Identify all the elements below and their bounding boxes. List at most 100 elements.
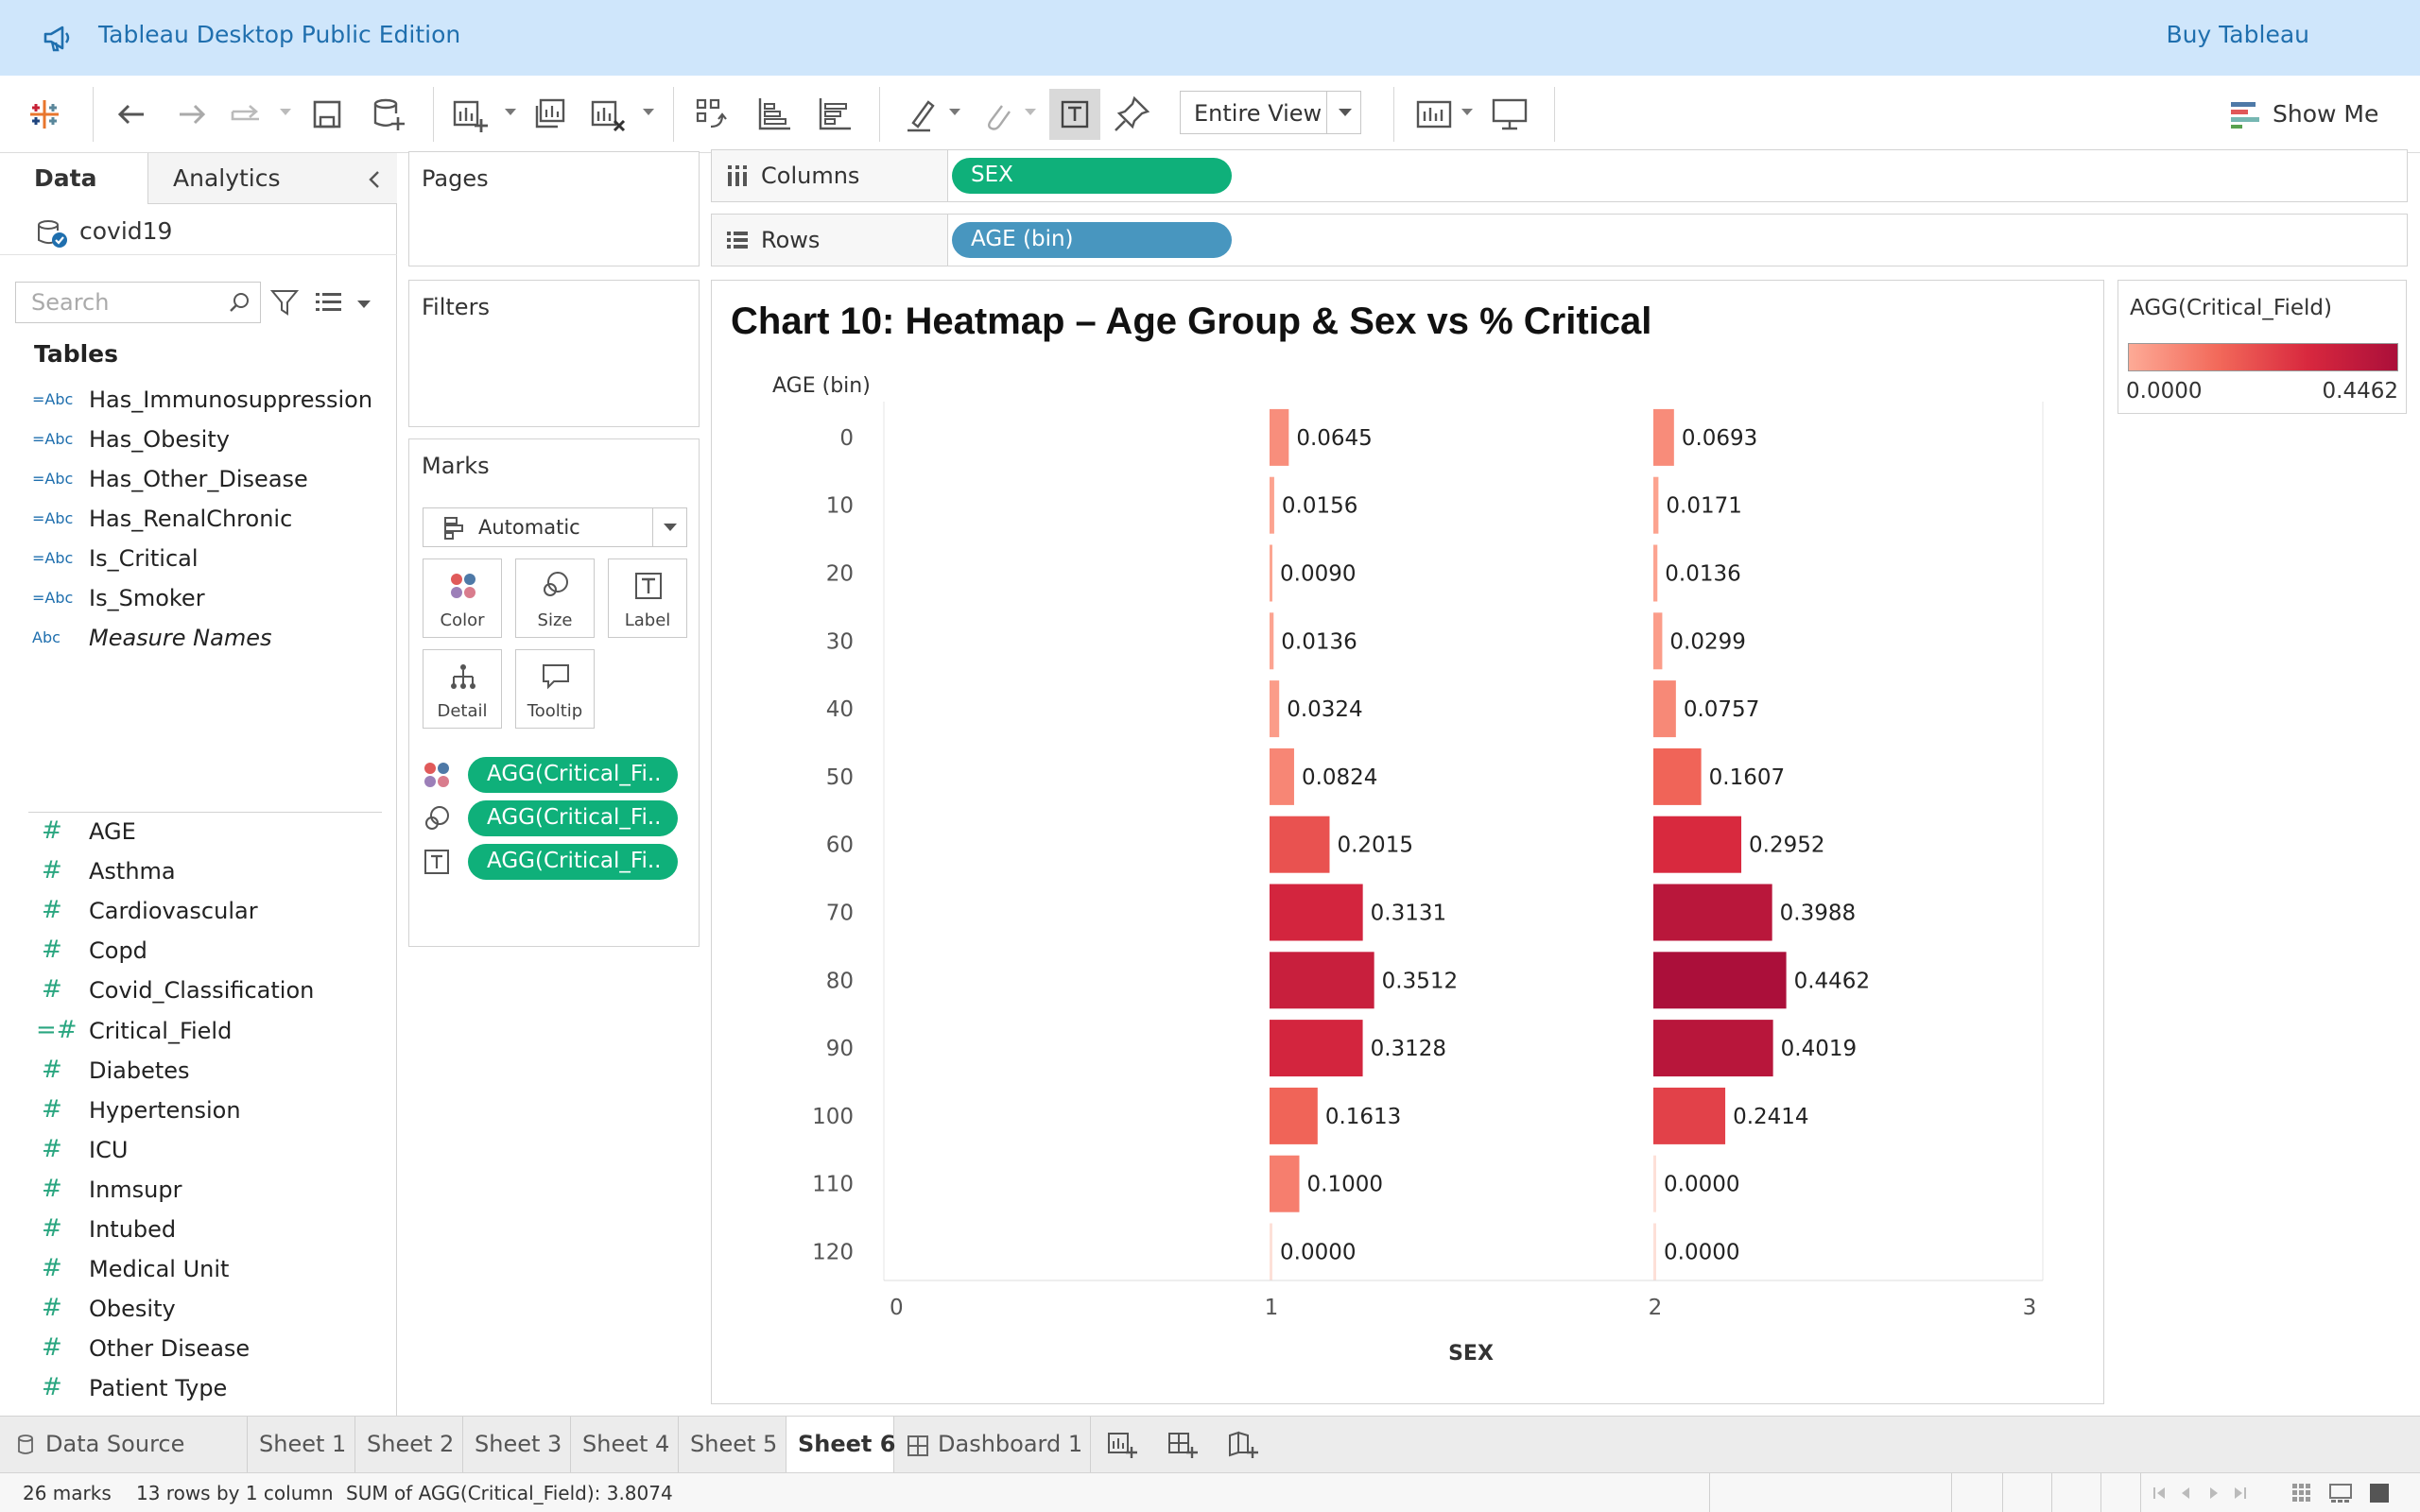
label-pill[interactable]: AGG(Critical_Fi.. — [468, 844, 678, 880]
dimension-field[interactable]: =Abc Has_Immunosuppression — [0, 381, 388, 421]
duplicate-sheet-icon[interactable] — [529, 93, 573, 136]
tab-data-source[interactable]: Data Source — [0, 1417, 248, 1473]
columns-shelf[interactable]: Columns SEX — [711, 149, 2408, 202]
group-members-icon[interactable] — [974, 93, 1017, 136]
heatmap-bar[interactable] — [1270, 680, 1280, 738]
show-cards-icon[interactable] — [1412, 93, 1456, 136]
measure-field[interactable]: # ICU — [0, 1131, 388, 1171]
show-filmstrip-icon[interactable] — [2329, 1483, 2352, 1503]
rows-shelf[interactable]: Rows AGE (bin) — [711, 214, 2408, 266]
measure-field[interactable]: # Intubed — [0, 1211, 388, 1250]
heatmap-bar[interactable] — [1270, 1020, 1363, 1077]
heatmap-bar[interactable] — [1653, 544, 1658, 602]
heatmap-bar[interactable] — [1270, 544, 1272, 602]
tab-sheet-2[interactable]: Sheet 2 — [355, 1417, 463, 1473]
tab-analytics[interactable]: Analytics — [147, 153, 397, 204]
new-data-source-icon[interactable] — [367, 93, 410, 136]
highlight-dropdown-icon[interactable] — [949, 109, 960, 115]
heatmap-bar[interactable] — [1653, 1087, 1726, 1144]
mark-detail-button[interactable]: Detail — [423, 649, 502, 729]
new-dashboard-tab-icon[interactable] — [1167, 1430, 1199, 1460]
heatmap-bar[interactable] — [1653, 1155, 1656, 1212]
tab-sheet-4[interactable]: Sheet 4 — [571, 1417, 679, 1473]
chevron-down-icon[interactable] — [652, 508, 686, 546]
heatmap-bar[interactable] — [1270, 1155, 1300, 1212]
sheet-navigation-icons[interactable] — [2152, 1485, 2265, 1502]
forward-arrow-icon[interactable] — [170, 93, 214, 136]
mark-color-button[interactable]: Color — [423, 558, 502, 638]
show-tabs-icon[interactable] — [2369, 1483, 2390, 1503]
megaphone-icon[interactable] — [42, 23, 74, 53]
new-worksheet-tab-icon[interactable] — [1106, 1430, 1138, 1460]
heatmap-bar[interactable] — [1270, 1087, 1318, 1144]
tab-data[interactable]: Data — [0, 153, 147, 204]
measure-field[interactable]: # Covid_Classification — [0, 971, 388, 1011]
heatmap-bar[interactable] — [1270, 884, 1363, 941]
datasource-item[interactable]: covid19 — [0, 210, 397, 255]
field-search-box[interactable] — [15, 282, 261, 323]
mark-size-button[interactable]: Size — [515, 558, 595, 638]
redo-replay-icon[interactable] — [227, 93, 270, 136]
heatmap-bar[interactable] — [1270, 408, 1289, 466]
search-input[interactable] — [16, 283, 224, 322]
mark-tooltip-button[interactable]: Tooltip — [515, 649, 595, 729]
dimension-field[interactable]: =Abc Has_Other_Disease — [0, 460, 388, 500]
measure-field[interactable]: # Hypertension — [0, 1091, 388, 1131]
pages-card[interactable]: Pages — [408, 151, 700, 266]
measure-field[interactable]: # Other Disease — [0, 1330, 388, 1369]
measure-field[interactable]: # Obesity — [0, 1290, 388, 1330]
heatmap-bar[interactable] — [1270, 747, 1294, 805]
heatmap-bar[interactable] — [1270, 1223, 1272, 1280]
heatmap-bar[interactable] — [1270, 952, 1374, 1009]
sex-column-pill[interactable]: SEX — [952, 158, 1232, 194]
sort-descending-icon[interactable] — [813, 93, 856, 136]
heatmap-bar[interactable] — [1653, 612, 1663, 670]
show-sheet-sorter-icon[interactable] — [2291, 1483, 2312, 1503]
buy-tableau-link[interactable]: Buy Tableau — [2166, 21, 2309, 48]
dimension-field[interactable]: =Abc Is_Smoker — [0, 579, 388, 619]
heatmap-chart[interactable]: Chart 10: Heatmap – Age Group & Sex vs %… — [712, 281, 2105, 1405]
heatmap-bar[interactable] — [1653, 952, 1787, 1009]
clear-dropdown-icon[interactable] — [643, 109, 654, 115]
measure-field[interactable]: =# Critical_Field — [0, 1012, 388, 1052]
heatmap-bar[interactable] — [1270, 612, 1274, 670]
swap-rows-columns-icon[interactable] — [690, 93, 734, 136]
color-legend[interactable]: AGG(Critical_Field) 0.0000 0.4462 — [2118, 280, 2407, 414]
view-list-dropdown-icon[interactable] — [357, 301, 371, 308]
heatmap-bar[interactable] — [1270, 816, 1330, 873]
dimension-field[interactable]: =Abc Has_Obesity — [0, 421, 388, 460]
size-pill[interactable]: AGG(Critical_Fi.. — [468, 800, 678, 836]
heatmap-bar[interactable] — [1653, 816, 1742, 873]
measure-field[interactable]: # Cardiovascular — [0, 892, 388, 932]
presentation-mode-icon[interactable] — [1488, 93, 1531, 136]
heatmap-bar[interactable] — [1270, 476, 1274, 534]
back-arrow-icon[interactable] — [110, 93, 153, 136]
show-mark-labels-icon[interactable] — [1049, 89, 1100, 140]
heatmap-bar[interactable] — [1653, 1020, 1773, 1077]
dimension-field[interactable]: Abc Measure Names — [0, 619, 388, 659]
tab-sheet-5[interactable]: Sheet 5 — [679, 1417, 786, 1473]
new-story-tab-icon[interactable] — [1227, 1430, 1259, 1460]
dimension-field[interactable]: =Abc Has_RenalChronic — [0, 500, 388, 540]
new-worksheet-icon[interactable] — [448, 93, 492, 136]
show-me-button[interactable]: Show Me — [2231, 94, 2392, 132]
group-dropdown-icon[interactable] — [1025, 109, 1036, 115]
save-icon[interactable] — [306, 93, 350, 136]
collapse-pane-icon[interactable] — [367, 170, 382, 189]
measure-field[interactable]: # Diabetes — [0, 1052, 388, 1091]
filters-card[interactable]: Filters — [408, 280, 700, 427]
measure-field[interactable]: # Copd — [0, 932, 388, 971]
highlight-icon[interactable] — [900, 93, 943, 136]
heatmap-bar[interactable] — [1653, 680, 1676, 738]
sort-ascending-icon[interactable] — [752, 93, 796, 136]
mark-type-select[interactable]: Automatic — [423, 507, 687, 547]
show-cards-dropdown-icon[interactable] — [1461, 109, 1473, 115]
mark-label-button[interactable]: Label — [608, 558, 687, 638]
measure-field[interactable]: # Inmsupr — [0, 1171, 388, 1211]
view-size-select[interactable]: Entire View — [1180, 91, 1361, 134]
measure-field[interactable]: # Patient Type — [0, 1369, 388, 1409]
heatmap-bar[interactable] — [1653, 747, 1702, 805]
dimension-field[interactable]: =Abc Is_Critical — [0, 540, 388, 579]
heatmap-bar[interactable] — [1653, 1223, 1656, 1280]
fix-axes-pin-icon[interactable] — [1110, 93, 1153, 136]
